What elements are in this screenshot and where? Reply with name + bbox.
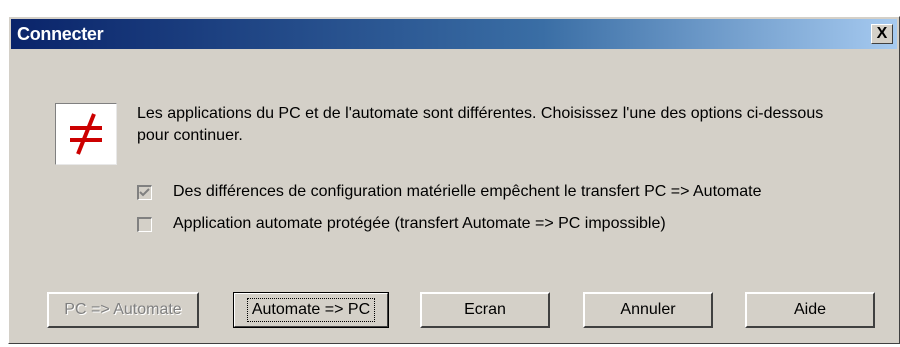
plc-to-pc-label: Automate => PC (246, 298, 376, 322)
pc-to-plc-button: PC => Automate (47, 292, 199, 328)
close-button[interactable]: X (871, 24, 893, 44)
dialog-title: Connecter (17, 24, 104, 44)
help-button[interactable]: Aide (745, 292, 875, 328)
screen-label: Ecran (464, 301, 506, 318)
connect-dialog: Connecter X Les applications du PC et de… (8, 16, 900, 344)
cancel-button[interactable]: Annuler (583, 292, 713, 328)
title-bar[interactable]: Connecter X (11, 19, 897, 49)
not-equal-icon (55, 103, 117, 165)
checkbox-checked (137, 185, 152, 200)
plc-to-pc-button[interactable]: Automate => PC (233, 292, 389, 328)
cancel-label: Annuler (620, 301, 676, 318)
screen-button[interactable]: Ecran (420, 292, 550, 328)
pc-to-plc-label: PC => Automate (64, 301, 182, 318)
checkbox-unchecked (137, 217, 152, 232)
hardware-config-label: Des différences de configuration matérie… (173, 183, 762, 200)
protected-app-label: Application automate protégée (transfert… (173, 215, 666, 232)
message-text: Les applications du PC et de l'automate … (137, 105, 824, 144)
help-label: Aide (793, 301, 827, 318)
